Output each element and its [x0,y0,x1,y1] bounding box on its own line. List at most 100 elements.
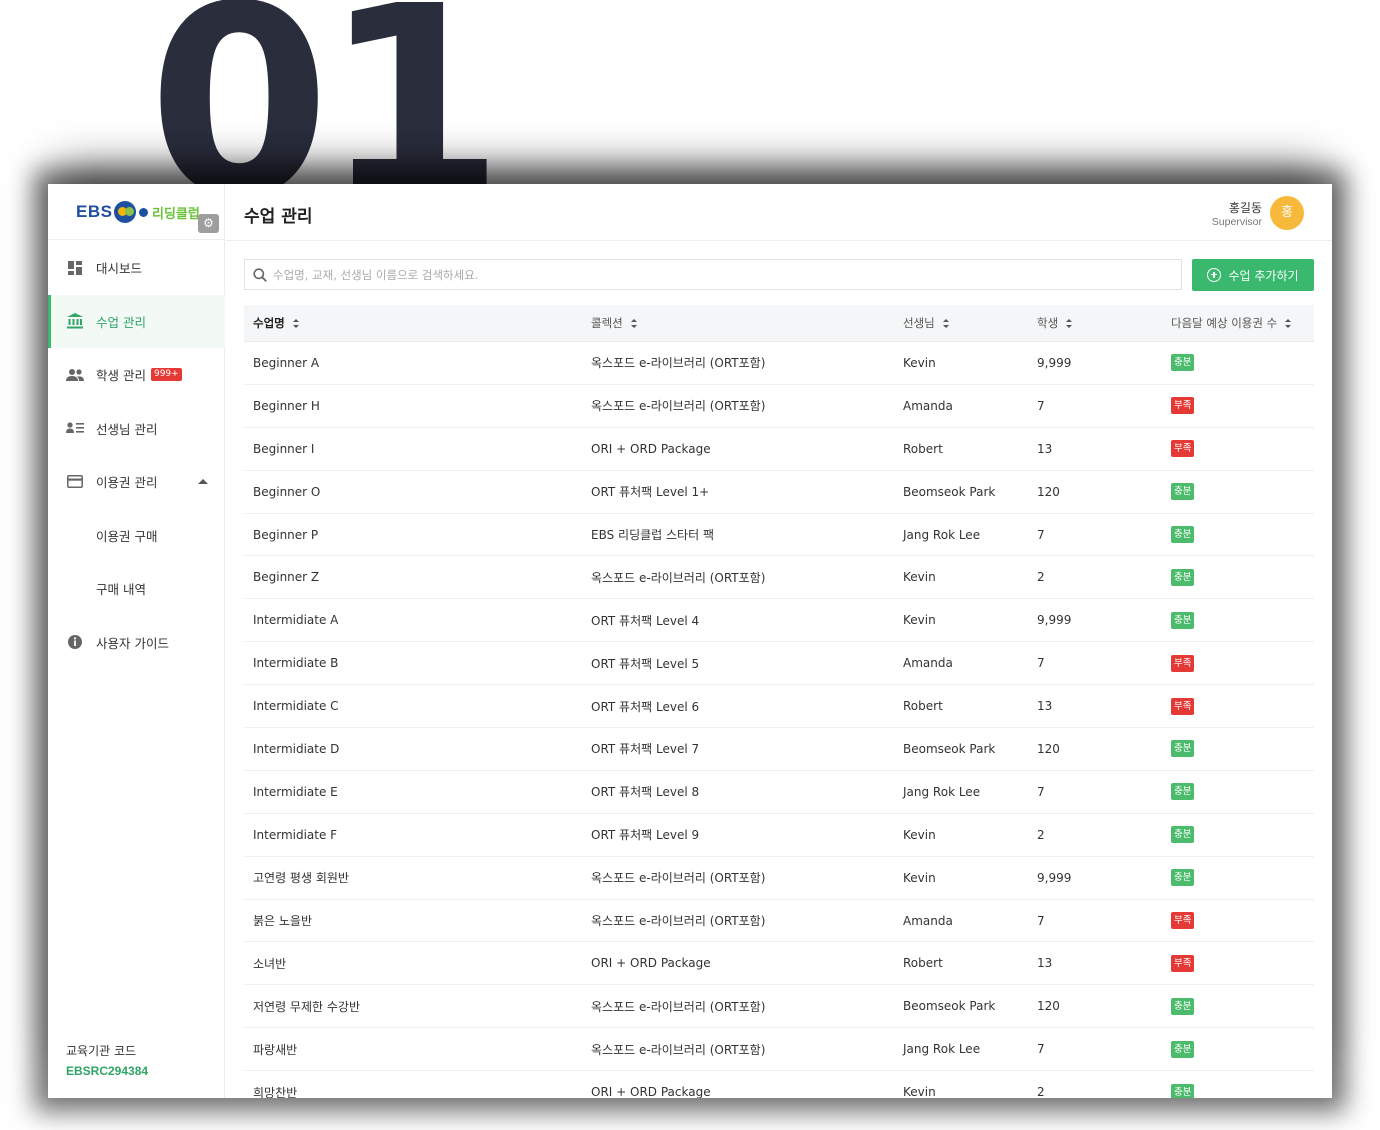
sidebar-item-voucher-purchase[interactable]: 이용권 구매 [48,509,225,563]
student-count-cell: 120 [1037,741,1060,756]
class-name-cell: Beginner Z [253,570,320,585]
app-window: EBS 리딩클럽 ⚙ 대시보드 수업 관리 학생 관리 999+ 선생님 관리 … [48,184,1332,1098]
sidebar-item-students[interactable]: 학생 관리 999+ [48,348,225,402]
table-header: 수업명 콜렉션 선생님 학생 다음달 예상 이용권 수 [244,305,1314,342]
sidebar-item-dashboard[interactable]: 대시보드 [48,241,225,295]
sidebar-item-vouchers[interactable]: 이용권 관리 [48,455,225,509]
student-count-cell: 9,999 [1037,870,1072,885]
student-count-cell: 2 [1037,570,1045,585]
collection-cell: 옥스포드 e-라이브러리 (ORT포함) [591,356,766,371]
teacher-cell: Beomseok Park [903,999,996,1014]
column-header-students[interactable]: 학생 [1028,315,1162,331]
teacher-cell: Robert [903,956,943,971]
sort-icon[interactable] [942,318,949,328]
chevron-up-icon[interactable] [198,479,208,484]
sidebar-item-purchase-history[interactable]: 구매 내역 [48,562,225,616]
sort-icon[interactable] [292,318,299,328]
search-icon [253,267,267,282]
avatar[interactable]: 홍 [1270,196,1304,230]
table-row[interactable]: Intermidiate E ORT 퓨처팩 Level 8 Jang Rok Le… [244,771,1314,814]
status-badge: 충분 [1171,997,1195,1015]
table-row[interactable]: Intermidiate C ORT 퓨처팩 Level 6 Robert 13 부족 [244,685,1314,729]
settings-gear-icon[interactable]: ⚙ [198,214,219,233]
table-row[interactable]: Beginner O ORT 퓨처팩 Level 1+ Beomseok Park 1… [244,471,1314,514]
dashboard-icon [66,259,84,277]
collection-cell: ORT 퓨처팩 Level 1+ [591,485,710,500]
student-count-cell: 2 [1037,1085,1045,1098]
column-header-class-name[interactable]: 수업명 [244,315,582,331]
table-row[interactable]: 파랑새반 옥스포드 e-라이브러리 (ORT포함) Jang Rok Lee 7 충분 [244,1028,1314,1072]
collection-cell: 옥스포드 e-라이브러리 (ORT포함) [591,399,766,414]
voucher-status-cell: 충분 [1162,869,1314,887]
sidebar-item-teachers[interactable]: 선생님 관리 [48,402,225,456]
class-name-cell: Intermidiate F [253,827,338,842]
voucher-status-cell: 충분 [1162,1040,1314,1058]
table-row[interactable]: Beginner I ORI + ORD Package Robert 13 부족 [244,428,1314,471]
column-header-teacher[interactable]: 선생님 [894,315,1028,331]
status-badge: 부족 [1171,697,1195,715]
collection-cell: ORT 퓨처팩 Level 5 [591,656,700,671]
teacher-cell: Amanda [903,398,953,413]
class-name-cell: 저연령 무제한 수강반 [253,999,360,1014]
table-row[interactable]: 고연령 평생 회원반 옥스포드 e-라이브러리 (ORT포함) Kevin 9,999… [244,857,1314,900]
voucher-status-cell: 부족 [1162,440,1314,458]
table-row[interactable]: Intermidiate B ORT 퓨처팩 Level 5 Amanda 7 부족 [244,642,1314,686]
voucher-status-cell: 부족 [1162,697,1314,715]
student-count-cell: 7 [1037,1042,1045,1057]
table-row[interactable]: Beginner A 옥스포드 e-라이브러리 (ORT포함) Kevin 9,999… [244,342,1314,385]
add-class-button[interactable]: 수업 추가하기 [1192,259,1314,291]
sidebar-item-label: 사용자 가이드 [96,635,169,651]
status-badge: 충분 [1171,568,1195,586]
teacher-cell: Beomseok Park [903,484,996,499]
collection-cell: ORT 퓨처팩 Level 4 [591,613,700,628]
search-input[interactable] [273,260,1173,289]
table-row[interactable]: Intermidiate F ORT 퓨처팩 Level 9 Kevin 2 충분 [244,814,1314,857]
class-name-cell: Intermidiate B [253,656,339,671]
voucher-status-cell: 충분 [1162,997,1314,1015]
collection-cell: ORT 퓨처팩 Level 7 [591,742,700,757]
sidebar-item-classes[interactable]: 수업 관리 [48,294,225,348]
column-header-voucher-forecast[interactable]: 다음달 예상 이용권 수 [1162,315,1314,331]
table-row[interactable]: Intermidiate A ORT 퓨처팩 Level 4 Kevin 9,999 충… [244,599,1314,643]
sort-icon[interactable] [1066,318,1073,328]
table-row[interactable]: 소녀반 ORI + ORD Package Robert 13 부족 [244,942,1314,986]
teacher-cell: Kevin [903,570,936,585]
status-badge: 부족 [1171,654,1195,672]
table-row[interactable]: Beginner P EBS 리딩클럽 스타터 팩 Jang Rok Lee 7 충분 [244,514,1314,557]
teacher-cell: Kevin [903,355,936,370]
sidebar-item-user-guide[interactable]: 사용자 가이드 [48,616,225,670]
status-badge: 부족 [1171,954,1195,972]
table-row[interactable]: 붉은 노을반 옥스포드 e-라이브러리 (ORT포함) Amanda 7 부족 [244,900,1314,943]
voucher-status-cell: 충분 [1162,483,1314,501]
table-row[interactable]: Intermidiate D ORT 퓨처팩 Level 7 Beomseok Pa… [244,728,1314,771]
sort-icon[interactable] [1285,318,1292,328]
class-name-cell: Beginner A [253,355,320,370]
table-row[interactable]: Beginner H 옥스포드 e-라이브러리 (ORT포함) Amanda 7 부족 [244,385,1314,428]
logo[interactable]: EBS 리딩클럽 ⚙ [48,184,225,240]
institution-icon [66,312,84,330]
collection-cell: ORT 퓨처팩 Level 8 [591,785,700,800]
status-badge: 충분 [1171,611,1195,629]
top-bar: 수업 관리 홍길동 Supervisor 홍 [226,184,1332,241]
logo-club-text: 리딩클럽 [152,207,200,222]
user-role: Supervisor [1211,216,1262,228]
column-header-collection[interactable]: 콜렉션 [582,315,894,331]
student-count-cell: 120 [1037,484,1060,499]
collection-cell: ORT 퓨처팩 Level 6 [591,699,700,714]
sidebar-item-label: 대시보드 [96,261,143,277]
status-badge: 충분 [1171,1083,1195,1098]
teacher-list-icon [66,419,84,437]
class-name-cell: 희망찬반 [253,1085,298,1098]
teacher-cell: Amanda [903,656,953,671]
class-name-cell: Beginner O [253,484,321,499]
status-badge: 충분 [1171,826,1195,844]
people-icon [66,366,84,384]
table-row[interactable]: 저연령 무제한 수강반 옥스포드 e-라이브러리 (ORT포함) Beomseok … [244,985,1314,1029]
table-row[interactable]: 희망찬반 ORI + ORD Package Kevin 2 충분 [244,1071,1314,1098]
student-count-cell: 9,999 [1037,355,1072,370]
student-count-badge: 999+ [150,368,182,382]
sort-icon[interactable] [630,318,637,328]
class-name-cell: 고연령 평생 회원반 [253,871,349,886]
logo-ebs-text: EBS [76,202,113,221]
table-row[interactable]: Beginner Z 옥스포드 e-라이브러리 (ORT포함) Kevin 2 충분 [244,556,1314,600]
